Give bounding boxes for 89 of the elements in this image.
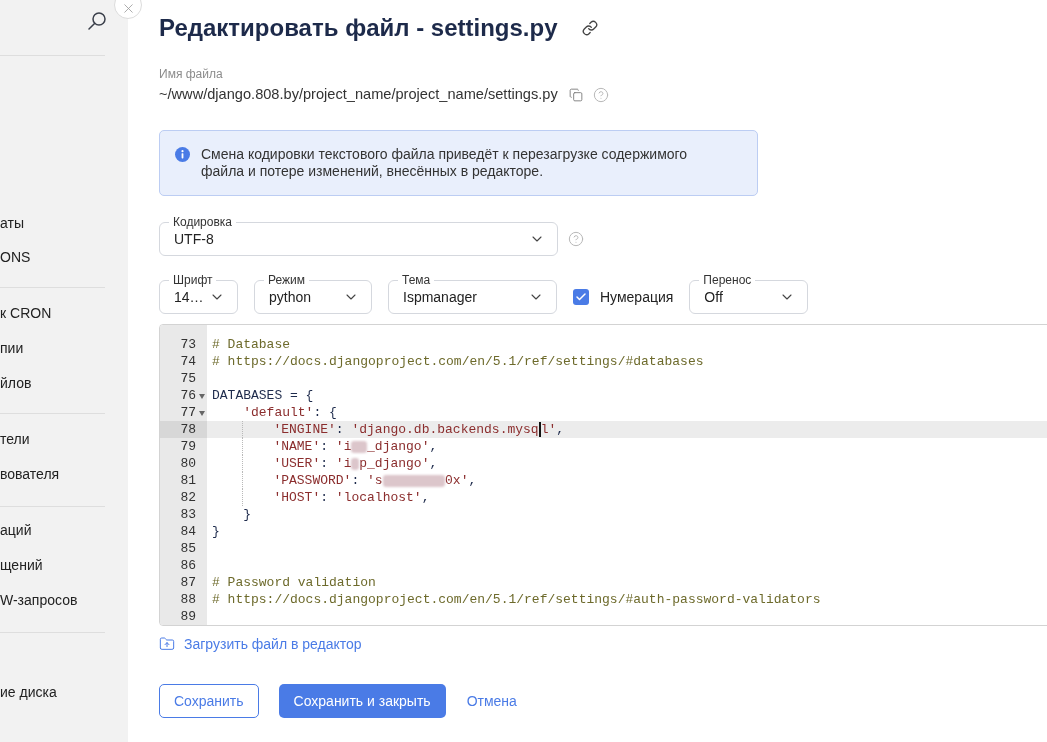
- code-string: 'HOST': [273, 488, 321, 507]
- file-path: ~/www/django.808.by/project_name/project_name/settings.py: [159, 85, 558, 105]
- line-number: 81: [179, 472, 197, 489]
- sidebar-item[interactable]: ие диска: [0, 675, 128, 710]
- code-string: 'ENGINE': [273, 420, 336, 439]
- code-string: 'default': [243, 403, 314, 422]
- line-number: 79: [179, 438, 197, 455]
- redaction-blur: [382, 474, 446, 487]
- code-text: ,: [556, 420, 565, 439]
- code-string: _django': [367, 437, 430, 456]
- code-text: }: [212, 522, 220, 541]
- line-number: 83: [179, 506, 197, 523]
- info-icon: [175, 147, 190, 162]
- link-icon[interactable]: [581, 20, 598, 36]
- code-text: ,: [468, 471, 477, 490]
- sidebar-item[interactable]: к CRON: [0, 296, 128, 331]
- code-editor[interactable]: [159, 324, 1047, 626]
- line-number: 84: [179, 523, 197, 540]
- code-text: :: [320, 437, 330, 456]
- redaction-blur: [351, 457, 360, 470]
- line-number: 86: [179, 557, 197, 574]
- code-comment: # Database: [212, 335, 290, 354]
- field-label: Шрифт: [169, 273, 217, 287]
- sidebar-item[interactable]: вователя: [0, 457, 128, 492]
- code-text: :: [320, 488, 330, 507]
- line-number: 78: [179, 421, 197, 438]
- code-string: 'USER': [273, 454, 321, 473]
- sidebar-item[interactable]: тели: [0, 422, 128, 457]
- sidebar-item[interactable]: W-запросов: [0, 583, 128, 618]
- redaction-blur: [351, 440, 368, 453]
- code-comment: # https://docs.djangoproject.com/en/5.1/ref/settings/#databases: [212, 352, 704, 371]
- checkbox-label: Нумерация: [600, 287, 674, 307]
- field-label: Перенос: [699, 273, 756, 287]
- code-text: :: [320, 454, 330, 473]
- code-string: 'i: [335, 454, 352, 473]
- line-number: 87: [179, 574, 197, 591]
- code-string: 'PASSWORD': [273, 471, 352, 490]
- line-number: 85: [179, 540, 197, 557]
- field-label: Имя файла: [159, 66, 223, 82]
- code-text: : {: [313, 403, 337, 422]
- text-cursor: [538, 422, 541, 437]
- sidebar-item[interactable]: йлов: [0, 366, 128, 401]
- field-label: Режим: [264, 273, 309, 287]
- code-text: ,: [429, 454, 438, 473]
- code-string: 'i: [335, 437, 352, 456]
- copy-icon[interactable]: [568, 88, 583, 102]
- code-text: :: [335, 420, 345, 439]
- sidebar-item[interactable]: щений: [0, 548, 128, 583]
- sidebar-item[interactable]: аты: [0, 206, 128, 240]
- line-number: 73: [179, 336, 197, 353]
- line-number: 75: [179, 370, 197, 387]
- code-text: }: [243, 505, 251, 524]
- code-string: 'localhost': [335, 488, 422, 507]
- code-text: ,: [421, 488, 430, 507]
- code-string: p_django': [359, 454, 430, 473]
- line-number: 88: [179, 591, 197, 608]
- search-icon[interactable]: [88, 12, 106, 30]
- code-string: 's: [367, 471, 383, 490]
- save-and-close-button[interactable]: Сохранить и закрыть: [278, 684, 446, 718]
- code-text: :: [351, 471, 361, 490]
- upload-file-link[interactable]: Загрузить файл в редактор: [159, 634, 362, 654]
- line-number: 89: [179, 608, 197, 625]
- sidebar-item[interactable]: аций: [0, 513, 128, 548]
- sidebar-item[interactable]: ONS: [0, 240, 128, 274]
- code-string: 'NAME': [273, 437, 321, 456]
- fold-down-icon[interactable]: [199, 409, 205, 416]
- code-string: l': [540, 420, 557, 439]
- code-comment: # https://docs.djangoproject.com/en/5.1/ref/settings/#auth-password-validators: [212, 590, 821, 609]
- checkbox[interactable]: [573, 289, 589, 305]
- code-text: ,: [429, 437, 438, 456]
- line-number: 80: [179, 455, 197, 472]
- code-text: DATABASES = {: [212, 386, 314, 405]
- line-number: 74: [179, 353, 197, 370]
- save-button[interactable]: Сохранить: [159, 684, 259, 718]
- code-string: 0x': [445, 471, 469, 490]
- code-string: 'django.db.backends.mysq: [351, 420, 539, 439]
- code-comment: # Password validation: [212, 573, 376, 592]
- fold-down-icon[interactable]: [199, 392, 205, 399]
- field-label: Тема: [398, 273, 435, 287]
- check-icon: [575, 291, 587, 303]
- page-title: Редактировать файл - settings.py: [159, 13, 558, 43]
- cancel-link[interactable]: Отмена: [466, 690, 517, 712]
- line-number: 77: [179, 404, 197, 421]
- field-label: Кодировка: [169, 215, 236, 229]
- line-number: 76: [179, 387, 197, 404]
- notice-text: Смена кодировки текстового файла приведёт к перезагрузке содержимого файла и потере изменений, внесённых в редакторе.: [201, 146, 689, 180]
- sidebar-item[interactable]: пии: [0, 331, 128, 366]
- folder-upload-icon: [159, 636, 175, 652]
- line-number: 82: [179, 489, 197, 506]
